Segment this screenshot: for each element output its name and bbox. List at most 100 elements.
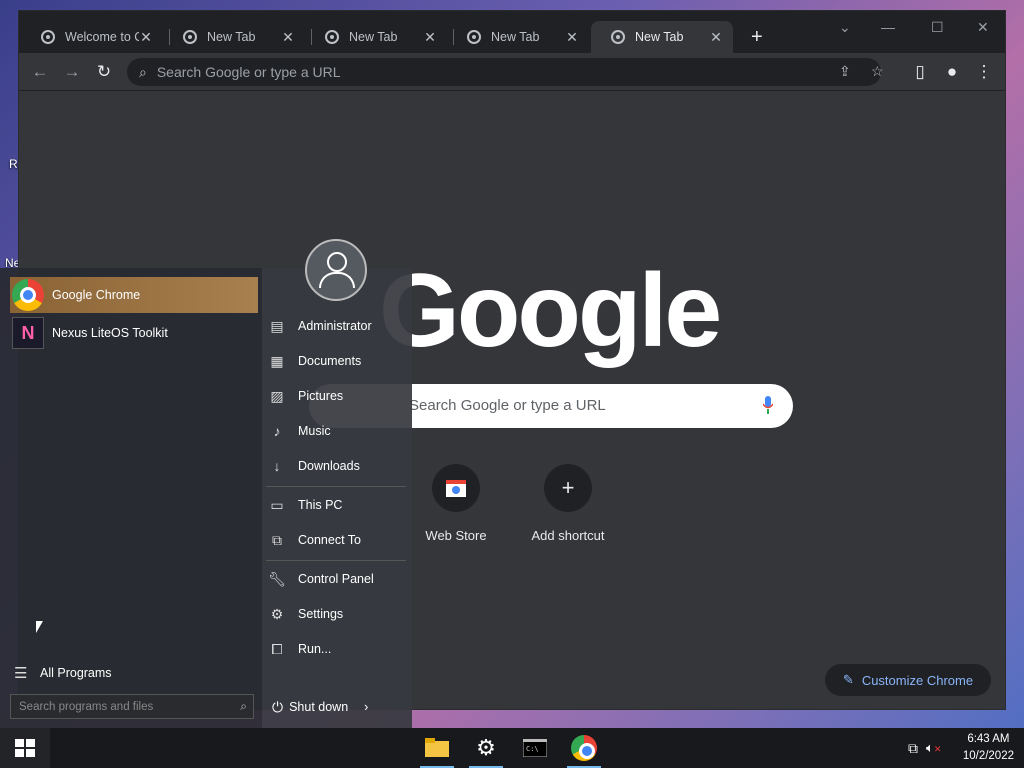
- tab-new-active[interactable]: New Tab ✕: [591, 21, 733, 53]
- mouse-cursor-icon: [36, 621, 43, 633]
- clock-date: 10/2/2022: [962, 750, 1014, 762]
- network-icon: ⧉: [272, 531, 282, 548]
- tab-title: New Tab: [349, 30, 398, 44]
- tab-title: Welcome to Chrome: [65, 30, 139, 44]
- menu-item-run[interactable]: ⧠ Run...: [268, 634, 408, 664]
- download-icon: ↓: [273, 458, 281, 474]
- menu-item-control-panel[interactable]: 🔧︎ Control Panel: [268, 564, 408, 594]
- chevron-right-icon[interactable]: ›: [364, 700, 368, 714]
- tab-close-icon[interactable]: ✕: [281, 29, 295, 46]
- chrome-favicon-icon: [325, 30, 339, 44]
- run-icon: ⧠: [271, 640, 283, 657]
- menu-item-settings[interactable]: ⚙ Settings: [268, 599, 408, 629]
- file-explorer-icon: [425, 738, 449, 757]
- share-icon[interactable]: ⇪: [839, 63, 851, 80]
- new-tab-button[interactable]: +: [751, 27, 763, 47]
- menu-item-label: Settings: [298, 607, 344, 621]
- document-icon: ▦: [270, 352, 284, 369]
- shortcut-web-store[interactable]: Web Store: [401, 464, 511, 543]
- chrome-favicon-icon: [183, 30, 197, 44]
- shutdown-button[interactable]: ⏻ Shut down ›: [272, 694, 392, 720]
- toolbar: ← → ↻ ⌕ Search Google or type a URL ⇪ ☆ …: [19, 53, 1005, 91]
- tab-close-icon[interactable]: ✕: [423, 29, 437, 46]
- taskbar-settings[interactable]: ⚙: [463, 728, 509, 768]
- user-avatar-icon[interactable]: [305, 239, 367, 301]
- wrench-icon: 🔧︎: [268, 570, 286, 587]
- chrome-favicon-icon: [467, 30, 481, 44]
- system-tray: ⧉ 🔈︎✕: [908, 728, 941, 768]
- clock[interactable]: 6:43 AM 10/2/2022: [963, 731, 1014, 765]
- profile-icon[interactable]: ●: [941, 61, 963, 83]
- start-search-input[interactable]: Search programs and files ⌕: [10, 694, 254, 719]
- tab-close-icon[interactable]: ✕: [139, 29, 153, 46]
- start-button[interactable]: [0, 728, 50, 768]
- tab-new-3[interactable]: New Tab ✕: [447, 21, 589, 53]
- omnibox-placeholder: Search Google or type a URL: [156, 64, 341, 80]
- program-google-chrome[interactable]: Google Chrome: [10, 277, 258, 313]
- menu-item-documents[interactable]: ▦ Documents: [268, 346, 408, 376]
- network-icon[interactable]: ⧉: [908, 740, 918, 757]
- ntp-search-placeholder: Search Google or type a URL: [409, 397, 606, 414]
- shortcut-add[interactable]: + Add shortcut: [513, 464, 623, 543]
- all-programs-label: All Programs: [40, 666, 112, 680]
- google-logo: Google: [379, 253, 722, 369]
- taskbar-terminal[interactable]: C:\: [512, 728, 558, 768]
- tab-welcome[interactable]: Welcome to Chrome ✕: [21, 21, 163, 53]
- back-button[interactable]: ←: [29, 61, 51, 83]
- menu-item-administrator[interactable]: ▤ Administrator: [268, 311, 408, 341]
- menu-item-music[interactable]: ♪ Music: [268, 416, 408, 446]
- plus-icon: +: [544, 464, 592, 512]
- side-panel-icon[interactable]: ▯: [909, 61, 931, 83]
- start-search-placeholder: Search programs and files: [19, 700, 154, 713]
- menu-item-connect-to[interactable]: ⧉ Connect To: [268, 525, 408, 555]
- clock-time: 6:43 AM: [967, 733, 1010, 745]
- user-folder-icon: ▤: [270, 317, 284, 334]
- close-window-button[interactable]: ✕: [977, 19, 989, 36]
- menu-item-downloads[interactable]: ↓ Downloads: [268, 451, 408, 481]
- nexus-icon: N: [12, 317, 44, 349]
- tab-title: New Tab: [635, 30, 684, 44]
- program-nexus-toolkit[interactable]: N Nexus LiteOS Toolkit: [10, 315, 258, 351]
- tab-new-2[interactable]: New Tab ✕: [305, 21, 447, 53]
- picture-icon: ▨: [270, 387, 284, 404]
- tab-new-1[interactable]: New Tab ✕: [163, 21, 305, 53]
- computer-icon: ▭: [270, 496, 284, 513]
- omnibox[interactable]: ⌕ Search Google or type a URL ⇪ ☆: [127, 58, 884, 86]
- svg-text:C:\: C:\: [526, 745, 539, 753]
- customize-label: Customize Chrome: [861, 672, 974, 688]
- tab-search-icon[interactable]: ⌄: [839, 19, 851, 36]
- reload-button[interactable]: ↻: [93, 61, 115, 83]
- tab-title: New Tab: [491, 30, 540, 44]
- menu-item-label: Music: [298, 424, 331, 438]
- shortcut-label: Add shortcut: [531, 528, 605, 543]
- web-store-icon: [432, 464, 480, 512]
- menu-item-pictures[interactable]: ▨ Pictures: [268, 381, 408, 411]
- customize-chrome-button[interactable]: ✎ Customize Chrome: [825, 664, 991, 696]
- tab-close-icon[interactable]: ✕: [565, 29, 579, 46]
- menu-item-label: Pictures: [298, 389, 344, 403]
- menu-item-this-pc[interactable]: ▭ This PC: [268, 490, 408, 520]
- forward-button[interactable]: →: [61, 61, 83, 83]
- tab-strip: Welcome to Chrome ✕ New Tab ✕ New Tab ✕ …: [19, 11, 1005, 53]
- tab-close-icon[interactable]: ✕: [709, 29, 723, 46]
- maximize-button[interactable]: ☐: [931, 19, 944, 36]
- minimize-button[interactable]: —: [881, 19, 895, 35]
- menu-item-label: Documents: [298, 354, 362, 368]
- bookmark-star-icon[interactable]: ☆: [871, 63, 884, 80]
- search-icon: ⌕: [139, 63, 147, 80]
- shutdown-label: Shut down: [289, 700, 349, 714]
- menu-item-label: Run...: [298, 642, 332, 656]
- menu-kebab-icon[interactable]: ⋮: [973, 61, 995, 83]
- taskbar-chrome[interactable]: [561, 728, 607, 768]
- volume-muted-icon[interactable]: 🔈︎✕: [926, 740, 941, 756]
- settings-icon: ⚙: [476, 735, 496, 760]
- all-programs-button[interactable]: ☰ All Programs: [10, 656, 260, 690]
- menu-item-label: Control Panel: [298, 572, 374, 586]
- search-icon: ⌕: [240, 699, 247, 713]
- taskbar-file-explorer[interactable]: [414, 728, 460, 768]
- music-icon: ♪: [273, 423, 281, 439]
- program-label: Google Chrome: [52, 288, 141, 302]
- list-icon: ☰: [14, 665, 28, 682]
- microphone-icon[interactable]: [763, 396, 773, 414]
- program-label: Nexus LiteOS Toolkit: [52, 326, 168, 340]
